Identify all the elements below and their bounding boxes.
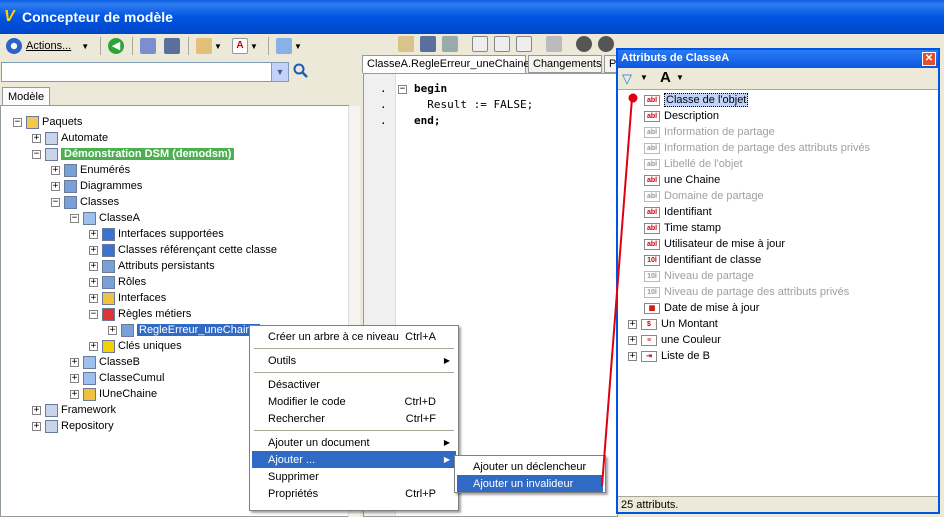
annotation-line [601, 93, 638, 487]
